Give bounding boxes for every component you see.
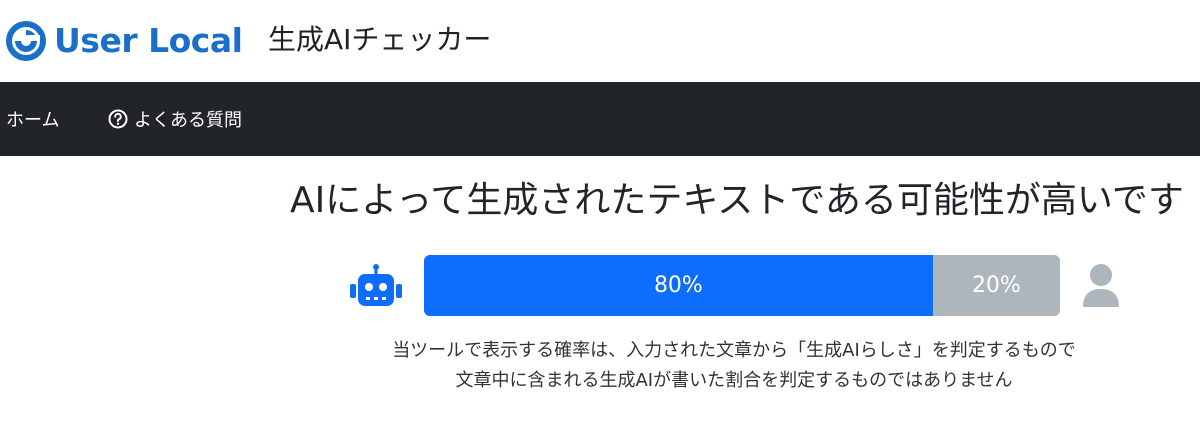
nav-home-link[interactable]: ホーム	[6, 82, 59, 156]
human-probability-segment: 20%	[932, 255, 1060, 316]
disclaimer-text: 当ツールで表示する確率は、入力された文章から「生成AIらしさ」を判定するもので …	[300, 336, 1168, 396]
result-heading: AIによって生成されたテキストである可能性が高いです	[290, 180, 1184, 221]
ai-probability-segment: 80%	[424, 255, 933, 316]
person-icon	[1083, 264, 1119, 307]
human-percent-label: 20%	[971, 273, 1021, 298]
nav-home-label: ホーム	[6, 110, 60, 131]
question-circle-icon	[108, 109, 128, 129]
site-header: User Local 生成AIチェッカー	[0, 0, 1200, 82]
user-local-logo-icon	[6, 21, 46, 61]
nav-faq-label: よくある質問	[134, 110, 242, 131]
robot-icon	[350, 264, 402, 306]
disclaimer-line-2: 文章中に含まれる生成AIが書いた割合を判定するものではありません	[455, 370, 1013, 391]
ai-percent-label: 80%	[653, 273, 703, 298]
nav-faq-link[interactable]: よくある質問	[108, 82, 242, 156]
logo-text: User Local	[54, 21, 243, 60]
app-name: 生成AIチェッカー	[268, 23, 492, 56]
disclaimer-line-1: 当ツールで表示する確率は、入力された文章から「生成AIらしさ」を判定するもので	[392, 340, 1076, 361]
user-local-logo[interactable]: User Local	[6, 18, 243, 64]
navbar: ホーム よくある質問	[0, 82, 1200, 156]
ai-probability-bar: 80% 20%	[424, 255, 1060, 316]
